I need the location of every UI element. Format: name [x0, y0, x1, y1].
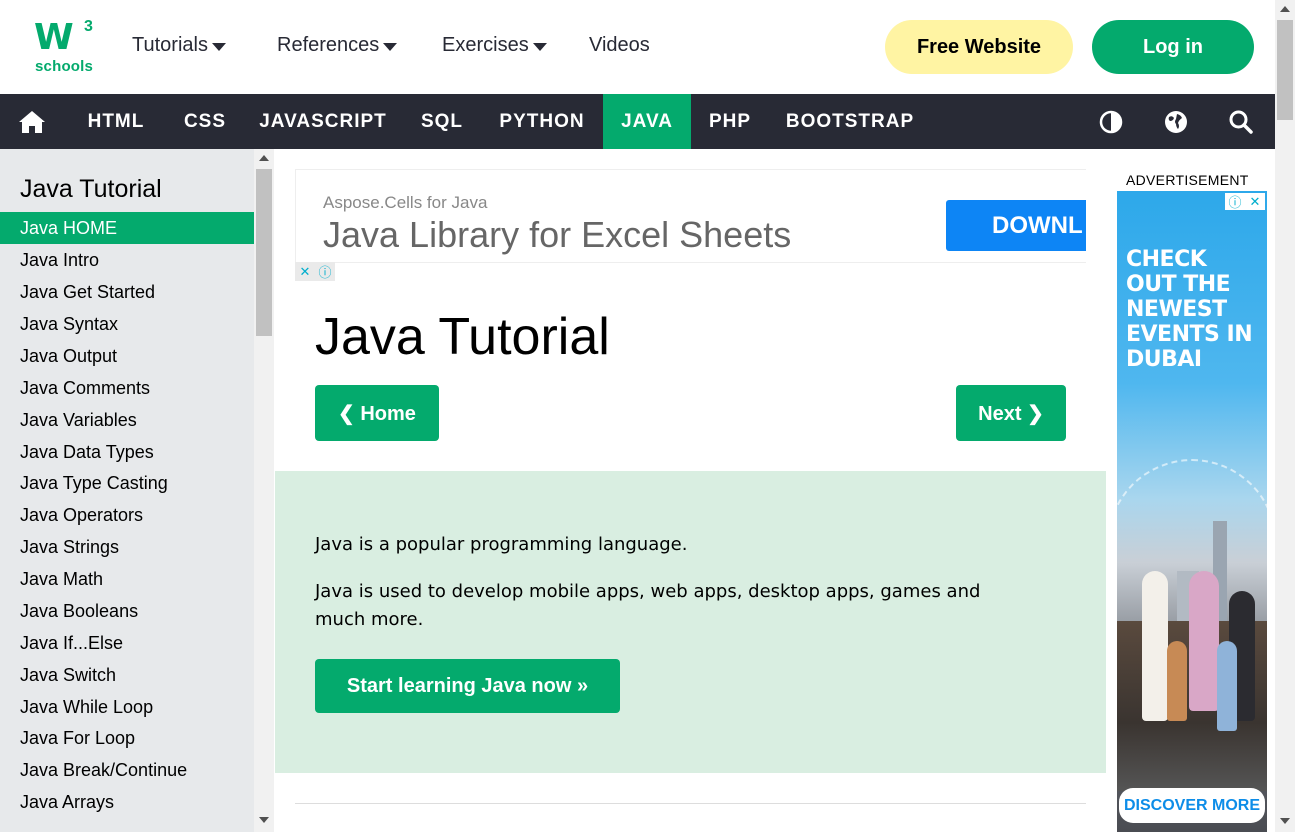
page-title: Java Tutorial — [315, 308, 610, 366]
ad-headline: Java Library for Excel Sheets — [323, 214, 792, 255]
scroll-up-icon[interactable] — [259, 155, 269, 161]
intro-section: Java is a popular programming language. … — [275, 471, 1106, 773]
w3schools-logo[interactable]: W 3 schools — [34, 18, 94, 76]
sidebar-item-java-comments[interactable]: Java Comments — [0, 372, 254, 404]
logo-schools: schools — [35, 58, 94, 75]
caret-down-icon — [211, 42, 226, 51]
info-icon[interactable]: ⓘ — [315, 262, 335, 281]
ad-label: ADVERTISEMENT — [1126, 172, 1249, 188]
topnav-exercises-label: Exercises — [442, 34, 529, 56]
sidebar-item-java-type-casting[interactable]: Java Type Casting — [0, 467, 254, 499]
logo-w: W — [34, 17, 74, 58]
sidebar-item-java-strings[interactable]: Java Strings — [0, 531, 254, 563]
ad-person-graphic — [1189, 571, 1219, 711]
nav-item-java[interactable]: JAVA — [603, 94, 691, 149]
sidebar-item-java-intro[interactable]: Java Intro — [0, 244, 254, 276]
sidebar-item-java-get-started[interactable]: Java Get Started — [0, 276, 254, 308]
sidebar-item-java-arrays[interactable]: Java Arrays — [0, 786, 254, 818]
sidebar-scrollbar[interactable] — [254, 149, 274, 832]
page-scrollbar[interactable] — [1275, 0, 1295, 832]
ad-dome-graphic — [1117, 459, 1267, 549]
sidebar-item-java-variables[interactable]: Java Variables — [0, 404, 254, 436]
ad-person-graphic — [1167, 641, 1187, 721]
home-button[interactable]: ❮ Home — [315, 385, 439, 441]
ad-person-graphic — [1217, 641, 1237, 731]
main-content: Aspose.Cells for Java Java Library for E… — [275, 149, 1106, 832]
caret-down-icon — [532, 42, 547, 51]
top-banner-ad[interactable]: Aspose.Cells for Java Java Library for E… — [295, 169, 1086, 263]
sidebar-scrollbar-thumb[interactable] — [256, 169, 272, 336]
topnav-tutorials[interactable]: Tutorials — [132, 34, 226, 57]
nav-item-python[interactable]: PYTHON — [482, 94, 602, 149]
discover-more-button[interactable]: DISCOVER MORE — [1119, 788, 1265, 823]
top-header: W 3 schools Tutorials References Exercis… — [0, 0, 1275, 94]
sidebar-item-java-math[interactable]: Java Math — [0, 563, 254, 595]
nav-item-php[interactable]: PHP — [691, 94, 769, 149]
free-website-button[interactable]: Free Website — [885, 20, 1073, 74]
ad-right-controls: ⓘ ✕ — [1225, 193, 1265, 210]
info-icon[interactable]: ⓘ — [1225, 193, 1245, 210]
ad-small-text: Aspose.Cells for Java — [323, 193, 488, 212]
scroll-up-icon[interactable] — [1280, 6, 1290, 12]
contrast-icon[interactable] — [1098, 109, 1124, 135]
scroll-down-icon[interactable] — [1280, 818, 1290, 824]
subject-navbar: HTML CSS JAVASCRIPT SQL PYTHON JAVA PHP … — [0, 94, 1275, 149]
nav-item-javascript[interactable]: JAVASCRIPT — [244, 94, 402, 149]
sidebar-item-java-home[interactable]: Java HOME — [0, 212, 254, 244]
sidebar-item-java-break-continue[interactable]: Java Break/Continue — [0, 754, 254, 786]
topnav-videos-label: Videos — [589, 34, 650, 56]
scroll-down-icon[interactable] — [259, 817, 269, 823]
intro-paragraph-2: Java is used to develop mobile apps, web… — [315, 581, 981, 630]
sidebar-item-java-while-loop[interactable]: Java While Loop — [0, 691, 254, 723]
sidebar-item-java-syntax[interactable]: Java Syntax — [0, 308, 254, 340]
sidebar-item-java-booleans[interactable]: Java Booleans — [0, 595, 254, 627]
nav-item-sql[interactable]: SQL — [402, 94, 482, 149]
logo-three: 3 — [84, 18, 93, 35]
ad-controls: ✕ ⓘ — [295, 262, 335, 281]
home-icon[interactable] — [18, 109, 46, 135]
topnav-videos[interactable]: Videos — [589, 34, 650, 57]
caret-down-icon — [383, 42, 398, 51]
sidebar-title: Java Tutorial — [20, 175, 162, 203]
login-button[interactable]: Log in — [1092, 20, 1254, 74]
topnav-references-label: References — [277, 34, 380, 56]
sidebar-item-java-switch[interactable]: Java Switch — [0, 659, 254, 691]
close-icon[interactable]: ✕ — [1245, 193, 1265, 210]
sidebar-item-java-output[interactable]: Java Output — [0, 340, 254, 372]
start-learning-button[interactable]: Start learning Java now » — [315, 659, 620, 713]
next-button[interactable]: Next ❯ — [956, 385, 1066, 441]
sidebar-item-java-for-loop[interactable]: Java For Loop — [0, 722, 254, 754]
search-icon[interactable] — [1228, 109, 1254, 135]
sidebar-item-java-data-types[interactable]: Java Data Types — [0, 436, 254, 468]
globe-icon[interactable] — [1163, 109, 1189, 135]
sidebar-item-java-operators[interactable]: Java Operators — [0, 499, 254, 531]
sidebar-item-java-if-else[interactable]: Java If...Else — [0, 627, 254, 659]
close-icon[interactable]: ✕ — [295, 262, 315, 281]
nav-item-html[interactable]: HTML — [66, 94, 166, 149]
sidebar: Java Tutorial Java HOME Java Intro Java … — [0, 149, 254, 832]
intro-paragraph-1: Java is a popular programming language. — [315, 534, 688, 555]
ad-right-headline: CHECK OUT THE NEWEST EVENTS IN DUBAI — [1126, 247, 1253, 372]
sidebar-ad[interactable]: CHECK OUT THE NEWEST EVENTS IN DUBAI ⓘ ✕… — [1117, 191, 1267, 832]
ad-person-graphic — [1142, 571, 1168, 721]
ad-download-button[interactable]: DOWNL — [946, 200, 1086, 251]
topnav-references[interactable]: References — [277, 34, 398, 57]
topnav-exercises[interactable]: Exercises — [442, 34, 547, 57]
divider — [295, 803, 1086, 804]
nav-item-bootstrap[interactable]: BOOTSTRAP — [769, 94, 931, 149]
page-scrollbar-thumb[interactable] — [1277, 20, 1293, 120]
nav-item-css[interactable]: CSS — [166, 94, 244, 149]
topnav-tutorials-label: Tutorials — [132, 34, 208, 56]
